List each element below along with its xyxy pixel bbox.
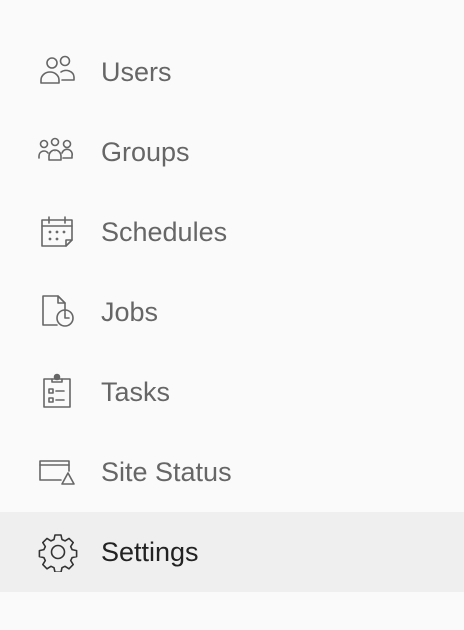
sidebar-item-settings[interactable]: Settings — [0, 512, 464, 592]
sidebar-item-label: Jobs — [101, 297, 159, 327]
clipboard-icon — [38, 372, 78, 412]
gear-icon — [38, 532, 78, 572]
sidebar-item-site-status[interactable]: Site Status — [0, 432, 464, 512]
sidebar-item-schedules[interactable]: Schedules — [0, 192, 464, 272]
users-icon — [38, 52, 78, 92]
sidebar-item-label: Site Status — [101, 457, 232, 487]
sidebar: Users Groups Schedules Jobs Tasks Site S… — [0, 0, 464, 630]
sidebar-item-groups[interactable]: Groups — [0, 112, 464, 192]
sidebar-item-label: Settings — [101, 537, 199, 567]
sidebar-item-label: Tasks — [101, 377, 171, 407]
sidebar-item-tasks[interactable]: Tasks — [0, 352, 464, 432]
sidebar-item-users[interactable]: Users — [0, 32, 464, 112]
sidebar-nav: Users Groups Schedules Jobs Tasks Site S… — [0, 32, 464, 592]
sidebar-item-label: Schedules — [101, 217, 228, 247]
sidebar-item-jobs[interactable]: Jobs — [0, 272, 464, 352]
sidebar-item-label: Groups — [101, 137, 190, 167]
groups-icon — [38, 132, 78, 172]
sidebar-item-label: Users — [101, 57, 172, 87]
calendar-icon — [38, 212, 78, 252]
document-clock-icon — [38, 292, 78, 332]
window-alert-icon — [38, 452, 78, 492]
